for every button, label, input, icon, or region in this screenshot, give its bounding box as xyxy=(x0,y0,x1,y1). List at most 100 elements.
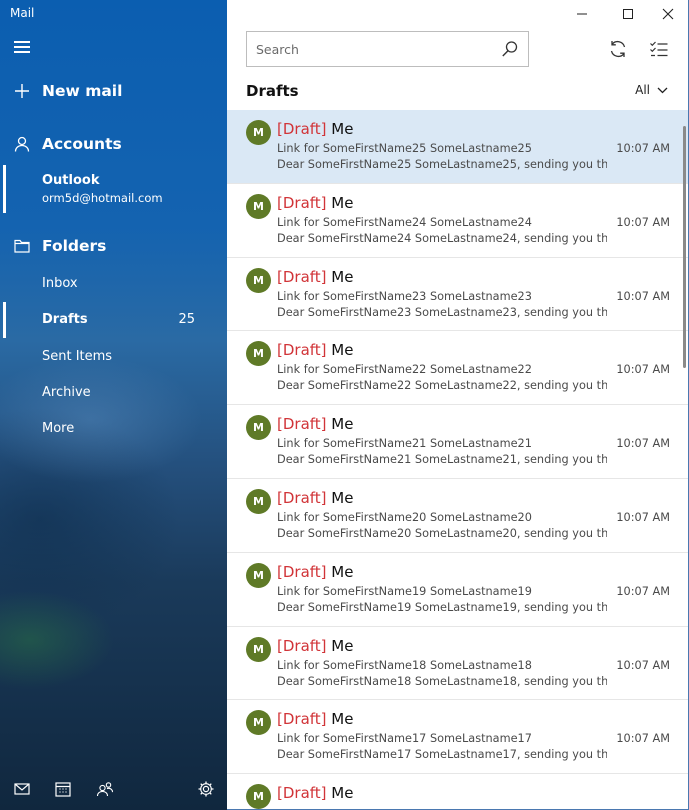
sender-name: Me xyxy=(331,341,354,360)
filter-dropdown[interactable]: All xyxy=(635,83,668,97)
gear-icon[interactable] xyxy=(197,780,215,798)
hamburger-icon[interactable] xyxy=(14,41,30,53)
account-outlook[interactable]: Outlook orm5d@hotmail.com xyxy=(0,165,227,213)
message-item[interactable]: M [Draft] Me Link for SomeFirstName18 So… xyxy=(227,627,688,701)
sync-icon[interactable] xyxy=(608,39,628,59)
folder-sent-items[interactable]: Sent Items xyxy=(0,339,227,375)
folder-label: More xyxy=(42,421,75,436)
folder-more[interactable]: More xyxy=(0,411,227,447)
folder-inbox[interactable]: Inbox xyxy=(0,266,227,302)
message-list-pane: Drafts All M [Draft] Me Link for SomeFir… xyxy=(227,0,689,810)
sender-name: Me xyxy=(331,488,354,507)
message-subject: Link for SomeFirstName21 SomeLastname21 xyxy=(277,437,532,451)
avatar: M xyxy=(246,488,271,514)
account-name: Outlook xyxy=(42,173,100,188)
draft-tag: [Draft] xyxy=(277,120,327,138)
message-preview: Dear SomeFirstName20 SomeLastname20, sen… xyxy=(277,526,607,540)
message-item[interactable]: M [Draft] Me xyxy=(227,774,688,810)
message-item[interactable]: M [Draft] Me Link for SomeFirstName20 So… xyxy=(227,479,688,553)
message-time: 10:07 AM xyxy=(616,363,670,377)
message-list: M [Draft] Me Link for SomeFirstName25 So… xyxy=(227,110,688,810)
folder-drafts[interactable]: Drafts 25 xyxy=(0,302,227,338)
folder-label: Drafts xyxy=(42,312,88,327)
message-item[interactable]: M [Draft] Me Link for SomeFirstName23 So… xyxy=(227,258,688,332)
avatar: M xyxy=(246,710,271,736)
avatar: M xyxy=(246,784,271,810)
message-item[interactable]: M [Draft] Me Link for SomeFirstName21 So… xyxy=(227,405,688,479)
new-mail-button[interactable]: New mail xyxy=(0,80,227,102)
sender-name: Me xyxy=(331,784,354,803)
avatar: M xyxy=(246,562,271,588)
plus-icon xyxy=(13,82,31,100)
draft-tag: [Draft] xyxy=(277,562,327,581)
message-time: 10:07 AM xyxy=(616,437,670,451)
folder-label: Archive xyxy=(42,385,91,400)
sidebar: Mail New mail Accounts Outlook orm5d@hot… xyxy=(0,0,227,810)
search-icon[interactable] xyxy=(501,40,519,58)
message-sender: [Draft] Me xyxy=(277,120,353,138)
message-subject: Link for SomeFirstName20 SomeLastname20 xyxy=(277,510,532,524)
message-subject: Link for SomeFirstName25 SomeLastname25 xyxy=(277,142,532,155)
message-item[interactable]: M [Draft] Me Link for SomeFirstName17 So… xyxy=(227,700,688,775)
folder-label: Inbox xyxy=(42,276,78,291)
mail-icon[interactable] xyxy=(13,780,31,798)
folder-count: 25 xyxy=(178,312,195,327)
draft-tag: [Draft] xyxy=(277,267,327,286)
sender-name: Me xyxy=(331,562,354,581)
draft-tag: [Draft] xyxy=(277,415,327,434)
select-icon[interactable] xyxy=(649,39,669,59)
draft-tag: [Draft] xyxy=(277,341,327,360)
message-sender: [Draft] Me xyxy=(277,710,353,728)
message-item[interactable]: M [Draft] Me Link for SomeFirstName19 So… xyxy=(227,553,688,627)
message-subject: Link for SomeFirstName23 SomeLastname23 xyxy=(277,289,532,303)
chevron-down-icon xyxy=(657,83,668,97)
accounts-button[interactable]: Accounts xyxy=(0,133,227,155)
message-sender: [Draft] Me xyxy=(277,268,353,286)
message-time: 10:07 AM xyxy=(616,215,670,229)
draft-tag: [Draft] xyxy=(277,710,327,729)
message-item[interactable]: M [Draft] Me Link for SomeFirstName25 So… xyxy=(227,110,688,184)
message-time: 10:07 AM xyxy=(616,142,670,155)
message-sender: [Draft] Me xyxy=(277,637,353,655)
message-subject: Link for SomeFirstName17 SomeLastname17 xyxy=(277,732,532,746)
selection-indicator xyxy=(3,165,6,213)
folder-title: Drafts xyxy=(246,82,299,100)
people-icon[interactable] xyxy=(96,780,114,798)
message-preview: Dear SomeFirstName23 SomeLastname23, sen… xyxy=(277,305,607,319)
message-sender: [Draft] Me xyxy=(277,489,353,507)
minimize-icon[interactable] xyxy=(562,0,602,28)
message-sender: [Draft] Me xyxy=(277,194,353,212)
message-subject: Link for SomeFirstName18 SomeLastname18 xyxy=(277,658,532,672)
message-preview: Dear SomeFirstName22 SomeLastname22, sen… xyxy=(277,379,607,393)
message-time: 10:07 AM xyxy=(616,732,670,746)
folders-button[interactable]: Folders xyxy=(0,235,227,257)
maximize-icon[interactable] xyxy=(608,0,648,28)
message-preview: Dear SomeFirstName17 SomeLastname17, sen… xyxy=(277,748,607,762)
sender-name: Me xyxy=(331,120,354,138)
avatar: M xyxy=(246,267,271,293)
bottom-nav xyxy=(0,768,227,810)
folder-archive[interactable]: Archive xyxy=(0,375,227,411)
person-icon xyxy=(13,135,31,153)
avatar: M xyxy=(246,120,271,145)
sender-name: Me xyxy=(331,267,354,286)
scrollbar[interactable] xyxy=(683,126,686,368)
message-item[interactable]: M [Draft] Me Link for SomeFirstName24 So… xyxy=(227,184,688,258)
close-icon[interactable] xyxy=(648,0,688,28)
message-item[interactable]: M [Draft] Me Link for SomeFirstName22 So… xyxy=(227,331,688,406)
message-subject: Link for SomeFirstName19 SomeLastname19 xyxy=(277,584,532,598)
message-preview: Dear SomeFirstName24 SomeLastname24, sen… xyxy=(277,231,607,245)
selection-indicator xyxy=(3,302,6,338)
folder-label: Sent Items xyxy=(42,349,113,364)
app-title: Mail xyxy=(10,6,35,20)
filter-label: All xyxy=(635,83,650,97)
message-subject: Link for SomeFirstName22 SomeLastname22 xyxy=(277,363,532,377)
search-input[interactable] xyxy=(256,32,496,66)
folder-icon xyxy=(13,237,31,255)
message-time: 10:07 AM xyxy=(616,584,670,598)
message-preview: Dear SomeFirstName18 SomeLastname18, sen… xyxy=(277,674,607,688)
calendar-icon[interactable] xyxy=(54,780,72,798)
sender-name: Me xyxy=(331,193,354,212)
search-box[interactable] xyxy=(246,31,529,67)
message-sender: [Draft] Me xyxy=(277,563,353,581)
